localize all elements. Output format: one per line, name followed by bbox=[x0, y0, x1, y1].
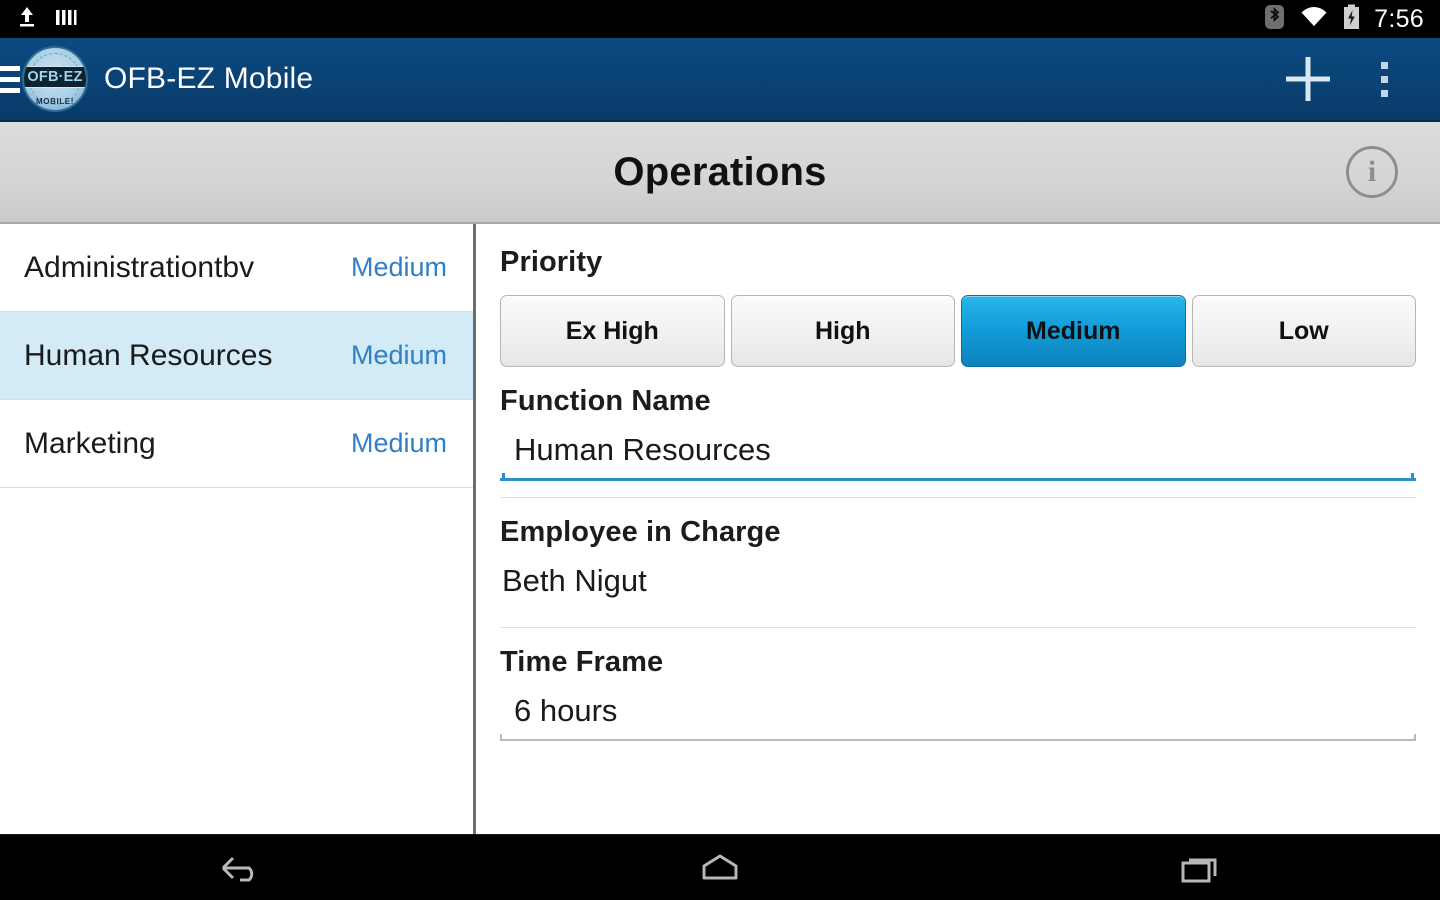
system-navigation-bar bbox=[0, 834, 1440, 900]
time-frame-input[interactable]: 6 hours bbox=[500, 679, 1416, 739]
back-arrow-icon[interactable] bbox=[165, 835, 315, 900]
list-item-name: Administrationtbv bbox=[24, 250, 255, 284]
info-icon[interactable]: i bbox=[1346, 146, 1398, 198]
list-item-priority: Medium bbox=[350, 252, 447, 282]
page-header: Operations i bbox=[0, 122, 1440, 224]
priority-label: Priority bbox=[500, 246, 603, 278]
app-title: OFB-EZ Mobile bbox=[104, 62, 314, 95]
signal-bars-icon bbox=[54, 5, 78, 34]
app-bar-actions bbox=[1270, 41, 1440, 117]
upload-icon bbox=[16, 5, 38, 34]
list-item-priority: Medium bbox=[350, 428, 447, 458]
recent-apps-icon[interactable] bbox=[1125, 835, 1275, 900]
detail-pane: Priority Ex High High Medium Low Functio… bbox=[476, 224, 1440, 834]
logo-wordmark: OFB·EZ bbox=[24, 66, 86, 88]
hamburger-menu-icon[interactable] bbox=[0, 62, 20, 96]
list-item-name: Marketing bbox=[24, 426, 156, 460]
plus-icon[interactable] bbox=[1270, 41, 1346, 117]
priority-option-medium[interactable]: Medium bbox=[961, 295, 1186, 367]
priority-selector[interactable]: Ex High High Medium Low bbox=[500, 295, 1416, 367]
time-frame-underline bbox=[500, 734, 1416, 741]
list-item[interactable]: Marketing Medium bbox=[0, 400, 473, 488]
status-bar: 7:56 bbox=[0, 0, 1440, 38]
status-bar-right-icons: 7:56 bbox=[1264, 4, 1424, 35]
page-title: Operations bbox=[613, 149, 827, 194]
list-item-priority: Medium bbox=[350, 340, 447, 370]
priority-option-high[interactable]: High bbox=[730, 295, 955, 367]
priority-option-low[interactable]: Low bbox=[1191, 295, 1416, 367]
employee-in-charge-value[interactable]: Beth Nigut bbox=[500, 549, 1416, 611]
function-list-pane[interactable]: Administrationtbv Medium Human Resources… bbox=[0, 224, 476, 834]
list-item-name: Human Resources bbox=[24, 338, 273, 372]
content-area: Administrationtbv Medium Human Resources… bbox=[0, 224, 1440, 834]
device-screen: 7:56 OFB·EZ MOBILE! OFB-EZ Mobile Operat… bbox=[0, 0, 1440, 900]
list-empty-space bbox=[0, 488, 473, 489]
function-name-field: Function Name Human Resources bbox=[500, 367, 1416, 497]
battery-charging-icon bbox=[1343, 4, 1360, 35]
list-item[interactable]: Administrationtbv Medium bbox=[0, 224, 473, 312]
priority-option-ex-high[interactable]: Ex High bbox=[500, 295, 725, 367]
time-frame-field: Time Frame 6 hours bbox=[500, 627, 1416, 757]
list-item[interactable]: Human Resources Medium bbox=[0, 312, 473, 400]
employee-in-charge-label: Employee in Charge bbox=[500, 516, 781, 548]
overflow-menu-icon[interactable] bbox=[1346, 41, 1422, 117]
function-name-input[interactable]: Human Resources bbox=[500, 418, 1416, 478]
function-name-underline bbox=[500, 473, 1416, 481]
status-bar-left-icons bbox=[16, 5, 78, 34]
status-clock: 7:56 bbox=[1374, 4, 1424, 33]
bluetooth-icon bbox=[1264, 4, 1285, 35]
logo-subtext: MOBILE! bbox=[36, 97, 74, 106]
app-bar: OFB·EZ MOBILE! OFB-EZ Mobile bbox=[0, 38, 1440, 122]
function-name-label: Function Name bbox=[500, 385, 711, 417]
time-frame-label: Time Frame bbox=[500, 646, 664, 678]
wifi-icon bbox=[1299, 5, 1329, 34]
employee-in-charge-field: Employee in Charge Beth Nigut bbox=[500, 497, 1416, 627]
home-icon[interactable] bbox=[645, 835, 795, 900]
ofb-ez-logo: OFB·EZ MOBILE! bbox=[22, 46, 88, 112]
